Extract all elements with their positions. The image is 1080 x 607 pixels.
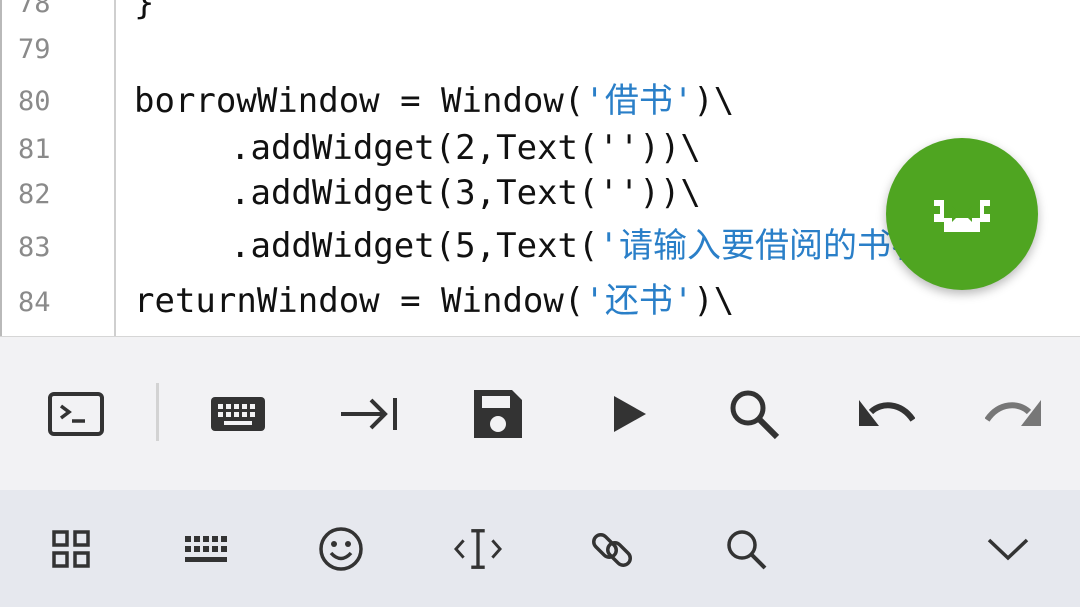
terminal-button[interactable] <box>44 382 108 446</box>
code-text: borrowWindow = Window( <box>134 81 585 121</box>
code-line[interactable]: .addWidget(5,Text('请输入要借阅的书名' <box>230 229 945 263</box>
code-text: .addWidget(2,Text(''))\ <box>230 128 701 168</box>
code-line[interactable]: returnWindow = Window('还书')\ <box>134 284 734 318</box>
terminal-icon <box>48 392 104 436</box>
tab-button[interactable] <box>338 382 402 446</box>
code-editor[interactable]: 78 79 80 81 82 83 84 } borrowWindow = Wi… <box>0 0 1080 336</box>
code-text: .addWidget(5,Text( <box>230 226 599 266</box>
link-button[interactable] <box>588 525 636 573</box>
search-icon <box>730 390 780 440</box>
redo-button[interactable] <box>982 382 1046 446</box>
collapse-keyboard-button[interactable] <box>984 525 1032 573</box>
tab-icon <box>341 398 397 430</box>
play-icon <box>614 396 646 432</box>
line-number: 80 <box>18 86 51 117</box>
code-line[interactable]: } <box>134 0 154 20</box>
save-button[interactable] <box>466 382 530 446</box>
keyboard-icon <box>211 397 265 431</box>
code-text: returnWindow = Window( <box>134 281 585 321</box>
code-text: )\ <box>693 281 735 321</box>
keyboard-button[interactable] <box>206 382 270 446</box>
keyboard-suggestion-bar <box>0 490 1080 607</box>
code-text: )\ <box>693 81 735 121</box>
editor-toolbar <box>0 336 1080 491</box>
keyboard-switch-button[interactable] <box>182 525 230 573</box>
redo-icon <box>985 400 1041 426</box>
undo-icon <box>859 400 915 426</box>
line-number: 84 <box>18 287 51 318</box>
run-button[interactable] <box>596 382 660 446</box>
line-number: 79 <box>18 34 51 65</box>
string-literal: '借书' <box>584 81 694 121</box>
code-text: .addWidget(3,Text(''))\ <box>230 173 701 213</box>
line-number: 78 <box>18 0 51 19</box>
text-cursor-icon <box>454 529 502 569</box>
collapse-chevron-icon <box>987 538 1029 561</box>
toolbar-divider <box>156 383 159 441</box>
keyboard-icon <box>185 536 227 562</box>
link-icon <box>592 533 632 567</box>
code-text: } <box>134 0 155 23</box>
run-icon <box>934 200 990 232</box>
text-cursor-button[interactable] <box>454 525 502 573</box>
line-number: 82 <box>18 179 51 210</box>
code-line[interactable]: .addWidget(3,Text(''))\ <box>230 176 701 210</box>
undo-button[interactable] <box>854 382 918 446</box>
line-number: 81 <box>18 134 51 165</box>
search-button[interactable] <box>722 382 786 446</box>
search-icon <box>727 530 767 570</box>
code-line[interactable]: .addWidget(2,Text(''))\ <box>230 131 701 165</box>
code-line[interactable]: borrowWindow = Window('借书')\ <box>134 84 734 118</box>
apps-button[interactable] <box>47 525 95 573</box>
keyboard-search-button[interactable] <box>722 525 770 573</box>
emoji-button[interactable] <box>317 525 365 573</box>
save-icon <box>474 390 522 438</box>
emoji-icon <box>319 527 363 571</box>
line-number: 83 <box>18 232 51 263</box>
string-literal: '还书' <box>584 281 694 321</box>
run-fab-button[interactable] <box>886 138 1038 290</box>
apps-grid-icon <box>52 530 90 568</box>
